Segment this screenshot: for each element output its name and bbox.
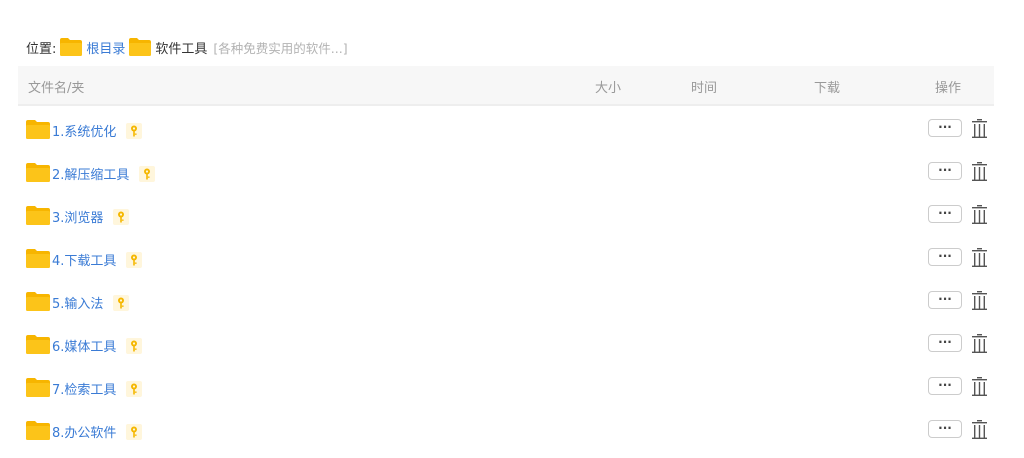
more-actions-button[interactable]: ··· xyxy=(928,248,962,266)
folder-link[interactable]: 3.浏览器 xyxy=(52,207,130,226)
folder-icon[interactable] xyxy=(26,378,50,397)
more-actions-button[interactable]: ··· xyxy=(928,334,962,352)
folder-link[interactable]: 5.输入法 xyxy=(52,293,130,312)
column-actions: 操作 xyxy=(935,81,962,96)
trash-icon[interactable] xyxy=(971,205,988,224)
key-icon[interactable] xyxy=(126,380,143,397)
more-actions-button[interactable]: ··· xyxy=(928,162,962,180)
key-icon[interactable] xyxy=(126,251,143,268)
folder-name[interactable]: 8.办公软件 xyxy=(52,422,116,441)
trash-icon[interactable] xyxy=(971,162,988,181)
table-row: 8.办公软件 ··· xyxy=(0,409,1024,452)
folder-icon xyxy=(129,38,152,56)
key-icon[interactable] xyxy=(126,423,143,440)
folder-name[interactable]: 3.浏览器 xyxy=(52,207,103,226)
folder-link[interactable]: 4.下载工具 xyxy=(52,250,143,269)
more-actions-button[interactable]: ··· xyxy=(928,119,962,137)
folder-link[interactable]: 1.系统优化 xyxy=(52,121,143,140)
key-icon[interactable] xyxy=(113,294,130,311)
trash-icon[interactable] xyxy=(971,291,988,310)
folder-link[interactable]: 7.检索工具 xyxy=(52,379,143,398)
folder-icon[interactable] xyxy=(26,206,50,225)
key-icon[interactable] xyxy=(113,208,130,225)
folder-link[interactable]: 8.办公软件 xyxy=(52,422,143,441)
breadcrumb: 位置: 根目录 软件工具 [各种免费实用的软件...] xyxy=(26,36,348,58)
table-row: 4.下载工具 ··· xyxy=(0,237,1024,280)
table-row: 2.解压缩工具 ··· xyxy=(0,151,1024,194)
folder-icon[interactable] xyxy=(26,163,50,182)
more-actions-button[interactable]: ··· xyxy=(928,205,962,223)
folder-icon[interactable] xyxy=(26,292,50,311)
trash-icon[interactable] xyxy=(971,248,988,267)
folder-icon[interactable] xyxy=(26,421,50,440)
folder-description: [各种免费实用的软件...] xyxy=(213,40,348,56)
key-icon[interactable] xyxy=(126,337,143,354)
folder-icon[interactable] xyxy=(26,120,50,139)
breadcrumb-label: 位置: xyxy=(26,41,57,57)
breadcrumb-root-link[interactable]: 根目录 xyxy=(86,38,125,57)
folder-name[interactable]: 4.下载工具 xyxy=(52,250,116,269)
folder-icon xyxy=(60,38,83,56)
folder-name[interactable]: 1.系统优化 xyxy=(52,121,116,140)
folder-name[interactable]: 6.媒体工具 xyxy=(52,336,116,355)
folder-link[interactable]: 6.媒体工具 xyxy=(52,336,143,355)
column-size: 大小 xyxy=(595,81,622,96)
table-row: 6.媒体工具 ··· xyxy=(0,323,1024,366)
file-list: 1.系统优化 ··· 2.解压缩工具 ··· 3.浏览器 ··· 4.下载工具 … xyxy=(0,108,1024,452)
table-header: 文件名/夹 大小 时间 下载 操作 xyxy=(18,66,994,106)
more-actions-button[interactable]: ··· xyxy=(928,291,962,309)
folder-icon[interactable] xyxy=(26,335,50,354)
folder-name[interactable]: 2.解压缩工具 xyxy=(52,164,129,183)
folder-icon[interactable] xyxy=(26,249,50,268)
column-download: 下载 xyxy=(814,81,841,96)
key-icon[interactable] xyxy=(139,165,156,182)
table-row: 7.检索工具 ··· xyxy=(0,366,1024,409)
trash-icon[interactable] xyxy=(971,377,988,396)
more-actions-button[interactable]: ··· xyxy=(928,377,962,395)
column-name: 文件名/夹 xyxy=(28,81,85,96)
key-icon[interactable] xyxy=(126,122,143,139)
breadcrumb-current: 软件工具 xyxy=(155,41,208,57)
table-row: 1.系统优化 ··· xyxy=(0,108,1024,151)
folder-name[interactable]: 7.检索工具 xyxy=(52,379,116,398)
trash-icon[interactable] xyxy=(971,119,988,138)
trash-icon[interactable] xyxy=(971,334,988,353)
table-row: 3.浏览器 ··· xyxy=(0,194,1024,237)
column-time: 时间 xyxy=(691,81,718,96)
folder-link[interactable]: 2.解压缩工具 xyxy=(52,164,156,183)
table-row: 5.输入法 ··· xyxy=(0,280,1024,323)
folder-name[interactable]: 5.输入法 xyxy=(52,293,103,312)
trash-icon[interactable] xyxy=(971,420,988,439)
more-actions-button[interactable]: ··· xyxy=(928,420,962,438)
